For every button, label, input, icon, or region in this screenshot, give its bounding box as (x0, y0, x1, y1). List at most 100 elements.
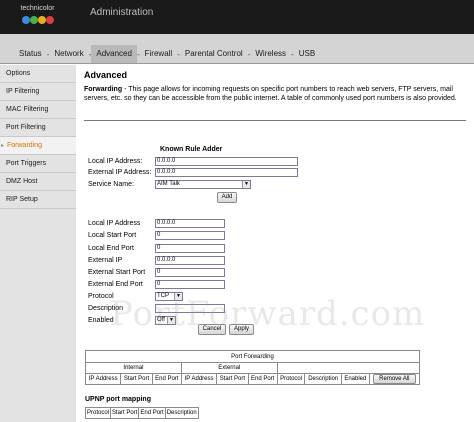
pf-col-external-end: End Port (247, 373, 278, 385)
desc-text: - This page allows for incoming requests… (84, 86, 457, 102)
sidebar-item-dmz-host[interactable]: DMZ Host (0, 173, 76, 191)
local-end-port-label: Local End Port (88, 244, 134, 252)
sidebar-item-label: Port Triggers (6, 160, 47, 167)
nav-item-firewall[interactable]: Firewall (140, 45, 178, 63)
local-ip-input[interactable]: 0.0.0.0 (155, 218, 225, 228)
enabled-label: Enabled (88, 316, 114, 324)
remove-all-button[interactable]: Remove All (373, 374, 416, 384)
pf-col-enabled: Enabled (340, 373, 370, 385)
main-content: Advanced Forwarding - This page allows f… (80, 66, 474, 422)
external-start-port-row: External Start Port 0 (88, 267, 225, 277)
external-start-port-label: External Start Port (88, 268, 146, 276)
local-end-port-row: Local End Port 0 (88, 243, 225, 253)
sidebar-item-port-triggers[interactable]: Port Triggers (0, 155, 76, 173)
desc-bold: Forwarding (84, 86, 123, 93)
known-local-ip-input[interactable]: 0.0.0.0 (155, 156, 298, 166)
external-ip-label: External IP (88, 256, 123, 264)
nav-item-wireless[interactable]: Wireless (250, 45, 291, 63)
sidebar-item-label: Forwarding (7, 142, 43, 149)
pf-col-external-ip: IP Address (180, 373, 218, 385)
external-ip-input[interactable]: 0.0.0.0 (155, 255, 225, 265)
upnp-title: UPNP port mapping (85, 396, 151, 403)
upnp-col-protocol: Protocol (84, 407, 112, 419)
pf-col-internal-start: Start Port (120, 373, 153, 385)
chevron-down-icon: ▼ (242, 180, 250, 188)
upnp-col-start: Start Port (110, 407, 140, 419)
sidebar-item-forwarding[interactable]: ▸ Forwarding (0, 137, 76, 155)
chevron-down-icon: ▼ (174, 292, 182, 300)
local-ip-label: Local IP Address (88, 219, 141, 227)
local-start-port-input[interactable]: 0 (155, 230, 225, 240)
nav-item-advanced[interactable]: Advanced (91, 45, 137, 63)
apply-button[interactable]: Apply (229, 324, 254, 335)
sidebar-item-label: Options (6, 70, 31, 77)
logo-text: technicolor (20, 5, 55, 12)
upnp-col-end: End Port (138, 407, 166, 419)
app-title: Administration (90, 7, 154, 18)
known-external-ip-input[interactable]: 0.0.0.0 (155, 167, 298, 177)
known-rule-title: Known Rule Adder (160, 146, 223, 153)
pf-col-internal-ip: IP Address (84, 373, 122, 385)
external-end-port-label: External End Port (88, 280, 143, 288)
external-start-port-input[interactable]: 0 (155, 267, 225, 277)
brand-logo: technicolor (10, 5, 65, 26)
cancel-button[interactable]: Cancel (198, 324, 226, 335)
known-local-ip-label: Local IP Address: (88, 157, 143, 165)
header-bar: technicolor Administration (0, 0, 474, 34)
internal-group-header: Internal (85, 362, 182, 374)
sidebar: Options IP Filtering MAC Filtering Port Fil… (0, 65, 76, 422)
description-label: Description (88, 304, 124, 312)
sidebar-item-options[interactable]: Options (0, 65, 76, 83)
chevron-down-icon: ▼ (167, 316, 175, 324)
nav-item-usb[interactable]: USB (294, 45, 320, 63)
sidebar-item-ip-filtering[interactable]: IP Filtering (0, 83, 76, 101)
description-input[interactable] (155, 303, 225, 313)
port-forwarding-table: Port Forwarding Internal External IP Add… (84, 350, 421, 385)
top-navbar: Status - Network - Advanced - Firewall - Parenta… (0, 34, 474, 64)
pf-col-external-start: Start Port (216, 373, 249, 385)
enabled-value: Off (157, 316, 165, 323)
external-end-port-row: External End Port 0 (88, 279, 225, 289)
protocol-select[interactable]: TCP ▼ (155, 291, 183, 301)
sidebar-item-mac-filtering[interactable]: MAC Filtering (0, 101, 76, 119)
main-nav: Status - Network - Advanced - Firewall - Parenta… (14, 45, 320, 63)
local-ip-row: Local IP Address 0.0.0.0 (88, 218, 225, 228)
service-name-label: Service Name: (88, 180, 134, 188)
page-description: Forwarding - This page allows for incomi… (84, 85, 460, 103)
protocol-label: Protocol (88, 292, 114, 300)
external-end-port-input[interactable]: 0 (155, 279, 225, 289)
protocol-row: Protocol TCP ▼ (88, 291, 183, 301)
sidebar-item-rip-setup[interactable]: RIP Setup (0, 191, 76, 209)
sidebar-item-label: RIP Setup (6, 196, 38, 203)
divider (84, 120, 466, 121)
local-end-port-input[interactable]: 0 (155, 243, 225, 253)
service-name-row: Service Name: AIM Talk ▼ (88, 179, 251, 189)
service-name-select[interactable]: AIM Talk ▼ (155, 179, 251, 189)
local-start-port-row: Local Start Port 0 (88, 230, 225, 240)
sidebar-item-label: MAC Filtering (6, 106, 49, 113)
upnp-table: Protocol Start Port End Port Description (84, 407, 199, 419)
sidebar-item-port-filtering[interactable]: Port Filtering (0, 119, 76, 137)
service-name-value: AIM Talk (157, 180, 180, 187)
enabled-select[interactable]: Off ▼ (155, 315, 176, 325)
pf-col-remove: Remove All (368, 373, 421, 385)
upnp-column-header-row: Protocol Start Port End Port Description (84, 407, 199, 419)
sidebar-item-label: Port Filtering (6, 124, 46, 131)
external-ip-row: External IP 0.0.0.0 (88, 255, 225, 265)
enabled-row: Enabled Off ▼ (88, 315, 176, 325)
upnp-col-description: Description (164, 407, 199, 419)
pf-col-description: Description (304, 373, 342, 385)
pf-column-header-row: IP Address Start Port End Port IP Addres… (84, 373, 421, 385)
nav-item-parental-control[interactable]: Parental Control (180, 45, 248, 63)
nav-item-network[interactable]: Network (49, 45, 88, 63)
port-forwarding-title: Port Forwarding (85, 350, 420, 363)
blank-group-header (276, 362, 421, 374)
known-external-ip-label: External IP Address: (88, 168, 152, 176)
add-button[interactable]: Add (217, 192, 237, 203)
nav-item-status[interactable]: Status (14, 45, 47, 63)
active-arrow-icon: ▸ (1, 143, 5, 149)
external-group-header: External (180, 362, 278, 374)
known-external-ip-row: External IP Address: 0.0.0.0 (88, 167, 298, 177)
technicolor-logo-icon (21, 16, 54, 24)
description-row: Description (88, 303, 225, 313)
